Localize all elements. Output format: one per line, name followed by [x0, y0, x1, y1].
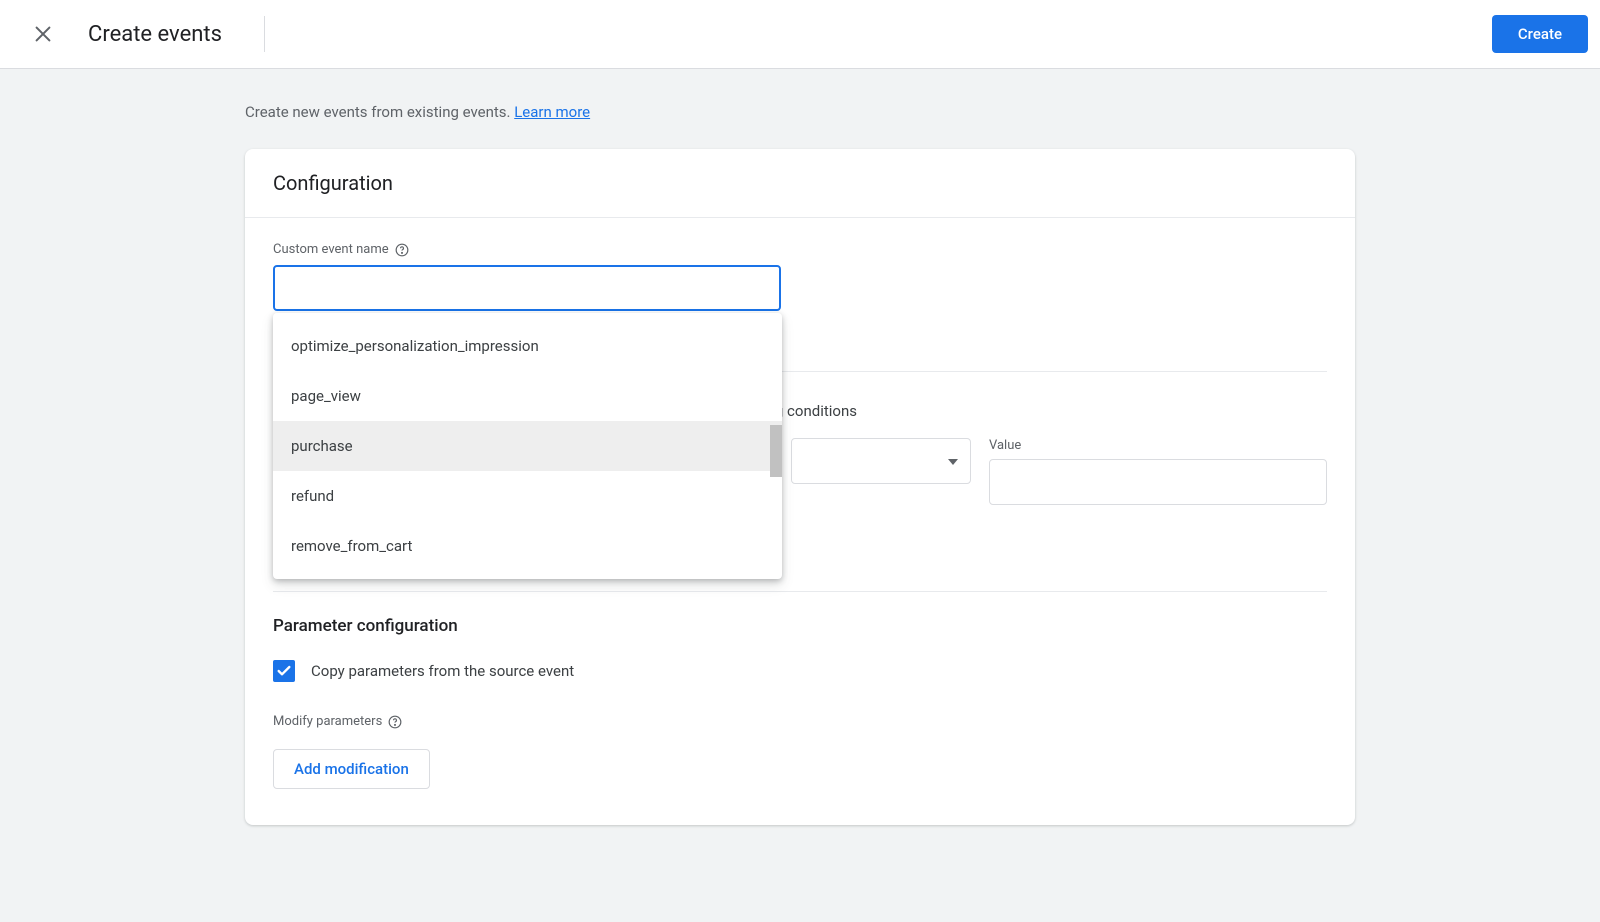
dropdown-item-remove-from-cart[interactable]: remove_from_cart — [273, 521, 782, 571]
operator-select[interactable] — [791, 438, 971, 484]
header-left: Create events — [24, 15, 265, 53]
card-header: Configuration — [245, 149, 1355, 218]
copy-parameters-label: Copy parameters from the source event — [311, 662, 574, 680]
dropdown-item-optimize[interactable]: optimize_personalization_impression — [273, 321, 782, 371]
checkmark-icon — [276, 663, 292, 679]
section-divider — [273, 591, 1327, 592]
page-title: Create events — [86, 22, 222, 47]
copy-parameters-checkbox[interactable] — [273, 660, 295, 682]
autocomplete-dropdown: optimize_personalization_impression page… — [273, 313, 782, 579]
copy-parameters-row: Copy parameters from the source event — [273, 660, 1327, 682]
dropdown-item-page-view[interactable]: page_view — [273, 371, 782, 421]
help-icon[interactable] — [395, 243, 409, 257]
help-icon[interactable] — [388, 715, 402, 729]
configuration-title: Configuration — [273, 171, 1327, 195]
page-background: Create new events from existing events. … — [0, 69, 1600, 922]
custom-event-name-label-row: Custom event name — [273, 242, 1327, 257]
create-button[interactable]: Create — [1492, 15, 1588, 53]
title-divider — [264, 16, 265, 52]
modify-parameters-label: Modify parameters — [273, 714, 382, 729]
custom-event-name-label: Custom event name — [273, 242, 389, 257]
custom-event-name-input[interactable] — [273, 265, 781, 311]
value-input[interactable] — [989, 459, 1327, 505]
intro-text: Create new events from existing events. … — [245, 103, 1355, 121]
learn-more-link[interactable]: Learn more — [514, 103, 590, 121]
dropdown-item-refund[interactable]: refund — [273, 471, 782, 521]
chevron-down-icon — [948, 453, 958, 469]
close-button[interactable] — [24, 15, 62, 53]
modify-parameters-label-row: Modify parameters — [273, 714, 1327, 729]
close-icon — [32, 23, 54, 45]
configuration-card: Configuration Custom event name optimize… — [245, 149, 1355, 825]
header: Create events Create — [0, 0, 1600, 69]
intro-text-content: Create new events from existing events. — [245, 103, 514, 121]
dropdown-item-purchase[interactable]: purchase — [273, 421, 782, 471]
add-modification-button[interactable]: Add modification — [273, 749, 430, 789]
parameter-configuration-title: Parameter configuration — [273, 616, 1327, 636]
dropdown-scrollbar[interactable] — [770, 425, 782, 477]
card-body: Custom event name optimize_personalizati… — [245, 218, 1355, 825]
value-label: Value — [989, 438, 1327, 453]
